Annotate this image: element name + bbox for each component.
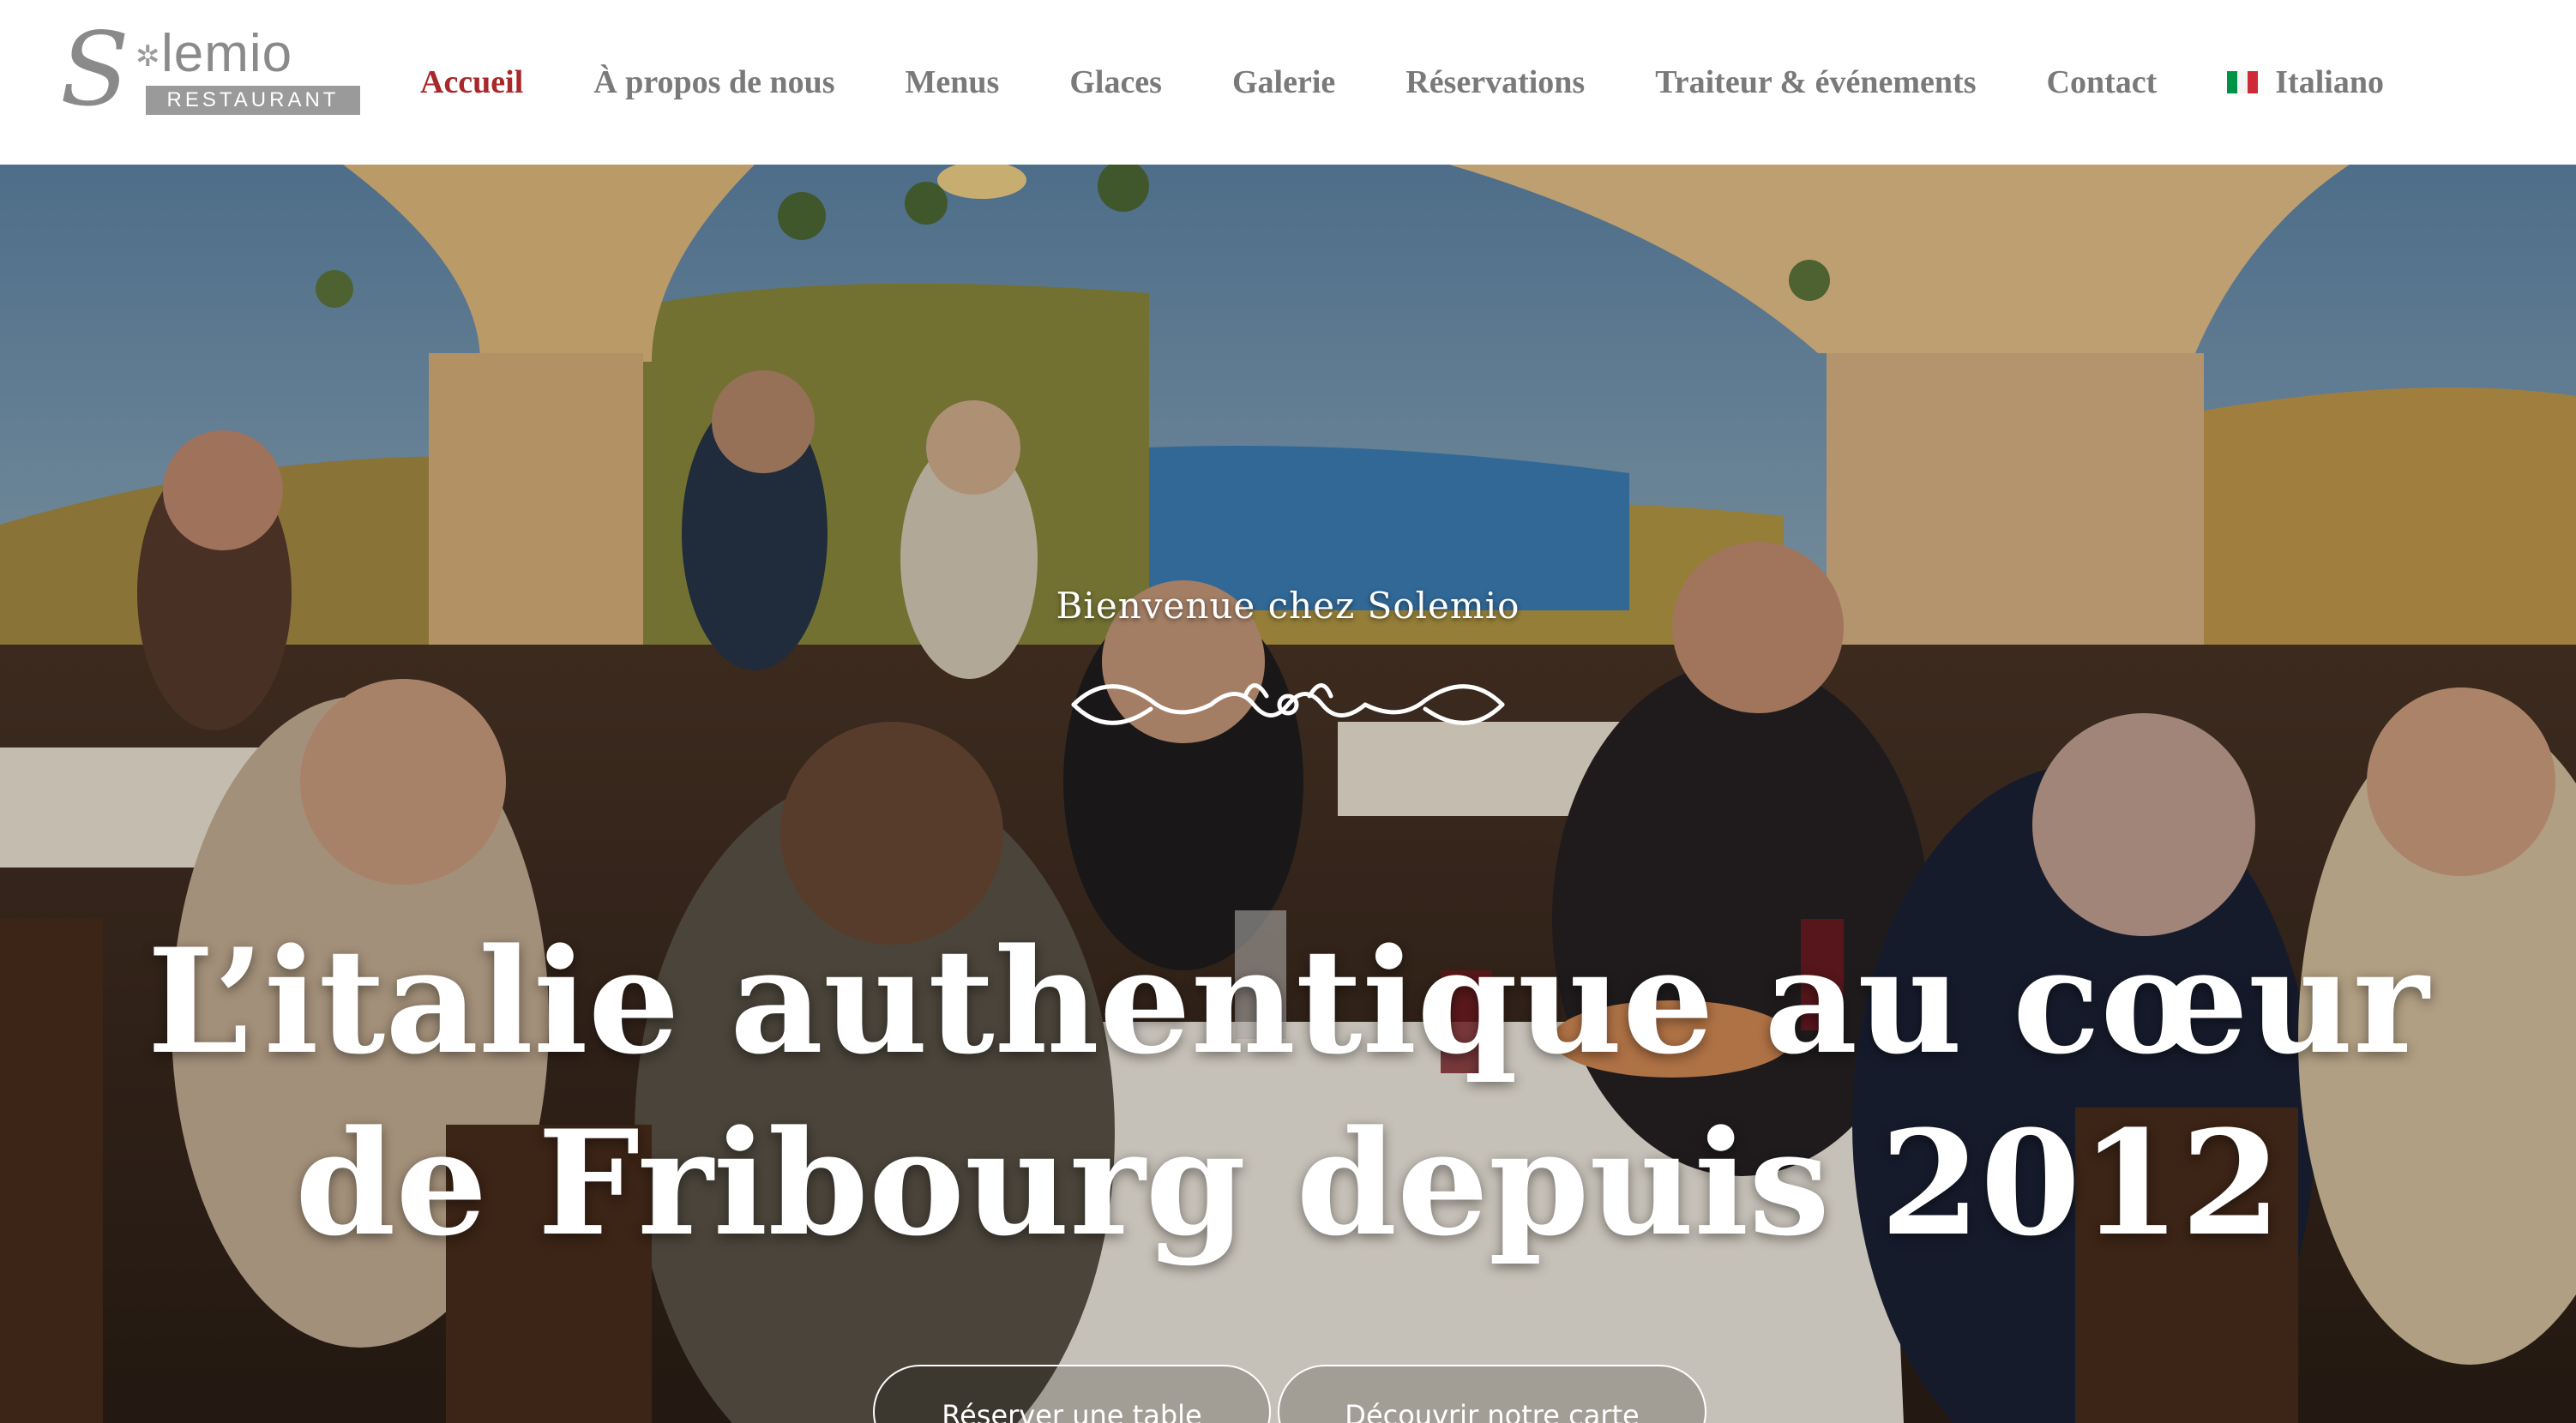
nav-item-traiteur[interactable]: Traiteur & événements: [1655, 63, 1976, 101]
logo-subtitle: RESTAURANT: [146, 86, 360, 115]
language-switcher[interactable]: Italiano: [2227, 63, 2384, 101]
nav-item-a-propos[interactable]: À propos de nous: [593, 63, 834, 101]
logo-word: lemio: [161, 24, 293, 83]
nav-item-galerie[interactable]: Galerie: [1232, 63, 1335, 101]
italy-flag-icon: [2227, 71, 2259, 93]
discover-menu-button[interactable]: Découvrir notre carte: [1278, 1365, 1706, 1423]
logo[interactable]: S ✲ lemio RESTAURANT: [60, 19, 360, 134]
nav-item-menus[interactable]: Menus: [906, 63, 1000, 101]
nav-item-reservations[interactable]: Réservations: [1405, 63, 1585, 101]
hero-kicker: Bienvenue chez Solemio: [1056, 585, 1520, 627]
logo-letter: S: [60, 10, 129, 129]
nav-item-glaces[interactable]: Glaces: [1069, 63, 1162, 101]
main-nav: Accueil À propos de nous Menus Glaces Ga…: [420, 0, 2384, 165]
language-label: Italiano: [2275, 64, 2384, 100]
nav-item-accueil[interactable]: Accueil: [420, 63, 523, 101]
hero-title-line-2: de Fribourg depuis 2012: [294, 1098, 2282, 1268]
hero-section: Bienvenue chez Solemio L’italie authenti…: [0, 165, 2576, 1423]
reserve-table-button[interactable]: Réserver une table: [873, 1365, 1271, 1423]
hero-title: L’italie authentique au cœur de Fribourg…: [0, 910, 2576, 1274]
site-header: S ✲ lemio RESTAURANT Accueil À propos de…: [0, 0, 2576, 165]
sun-icon: ✲: [135, 39, 160, 74]
hero-title-line-1: L’italie authentique au cœur: [147, 916, 2429, 1086]
ornament-divider-icon: [1071, 683, 1505, 725]
nav-item-contact[interactable]: Contact: [2047, 63, 2158, 101]
